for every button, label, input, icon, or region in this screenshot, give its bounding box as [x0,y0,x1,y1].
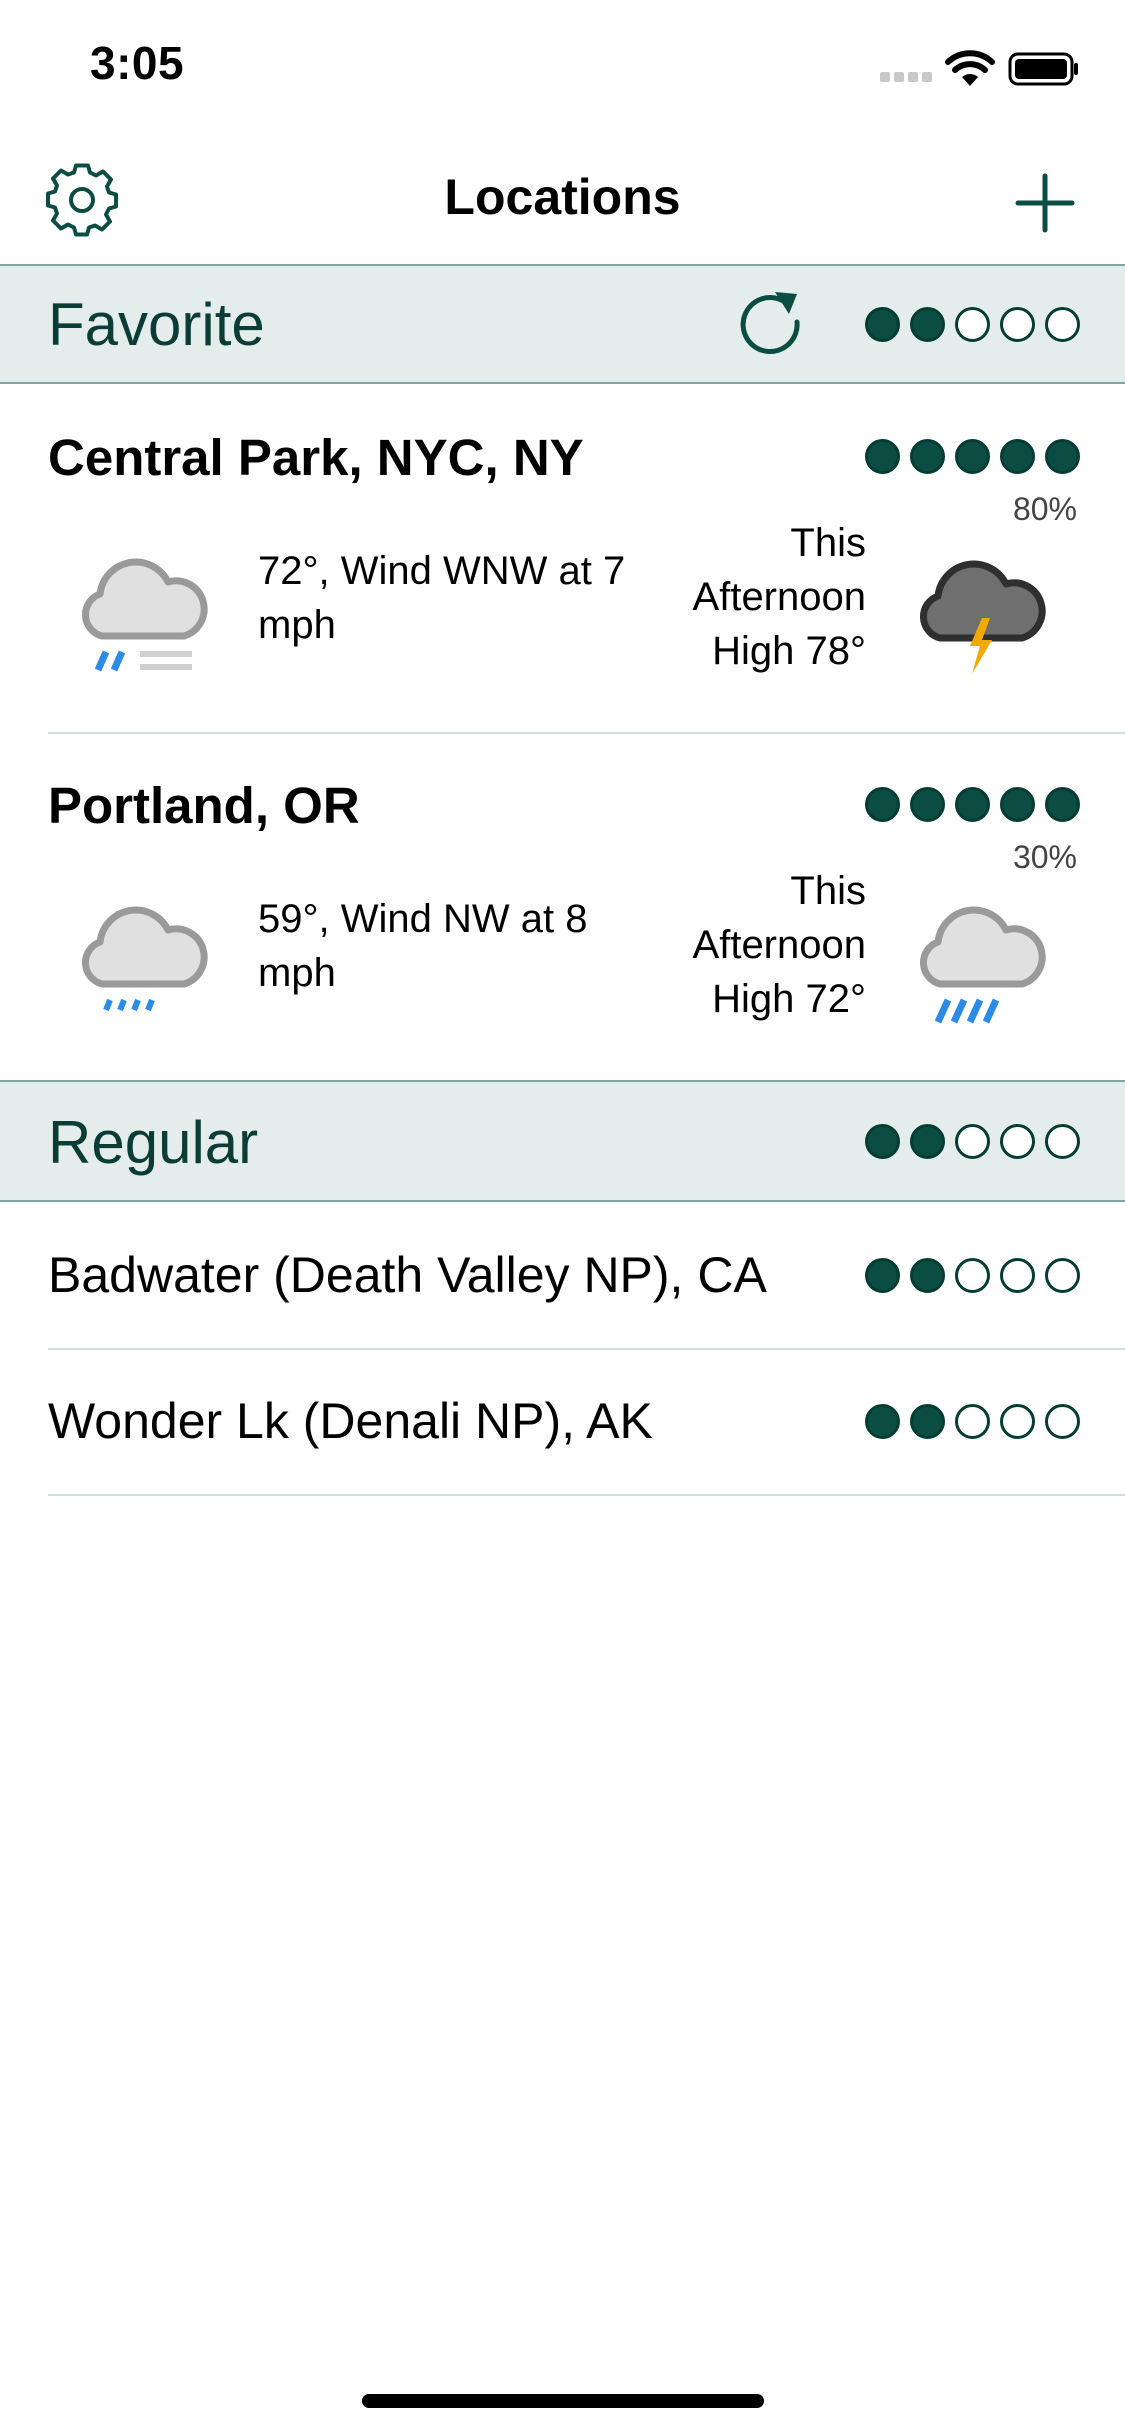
favorite-row[interactable]: Central Park, NYC, NY 80% 72°, Wind WNW … [0,386,1125,732]
regular-section-rating[interactable] [865,1124,1080,1159]
rating-dot [1000,307,1035,342]
plus-icon [1015,173,1075,233]
forecast-line: Afternoon [692,923,866,967]
rating-dot [1045,439,1080,474]
thunderstorm-icon [919,560,1046,674]
rating-dot [1000,1258,1035,1293]
location-rating[interactable] [865,439,1080,474]
forecast-summary: This Afternoon High 72° [620,864,866,1026]
location-rating[interactable] [865,787,1080,822]
rating-dot [910,1404,945,1439]
wifi-icon [945,50,995,86]
rating-dot [1000,439,1035,474]
forecast-line: High 78° [712,629,866,673]
rating-dot [865,1404,900,1439]
rating-dot [1000,1124,1035,1159]
rating-dot [955,1258,990,1293]
location-rating[interactable] [865,1404,1080,1439]
rating-dot [1000,1404,1035,1439]
location-rating[interactable] [865,1258,1080,1293]
regular-section-header: Regular [0,1080,1125,1202]
location-name: Central Park, NYC, NY [48,429,584,486]
rating-dot [1045,307,1080,342]
battery-icon [1008,52,1078,86]
precip-chance: 30% [1012,839,1077,875]
forecast-line: High 72° [712,977,866,1021]
rating-dot [955,1124,990,1159]
rating-dot [955,307,990,342]
regular-section-title: Regular [48,1109,259,1176]
home-indicator[interactable] [362,2394,764,2408]
regular-row[interactable]: Wonder Lk (Denali NP), AK [0,1350,1125,1494]
cloud-light-rain-icon [81,906,208,1012]
rating-dot [910,307,945,342]
refresh-icon[interactable] [735,288,809,362]
rating-dot [1000,787,1035,822]
rating-dot [865,1124,900,1159]
favorite-section-header: Favorite [0,264,1125,384]
current-conditions: 72°, Wind WNW at 7 mph [258,549,626,647]
forecast-summary: This Afternoon High 78° [620,516,866,678]
current-conditions: 59°, Wind NW at 8 mph [258,897,588,995]
forecast-line: This [790,869,866,913]
page-title: Locations [444,169,681,225]
rating-dot [1045,1258,1080,1293]
rating-dot [910,1258,945,1293]
rating-dot [865,307,900,342]
location-name: Portland, OR [48,777,360,834]
rating-dot [1045,1124,1080,1159]
location-name: Badwater (Death Valley NP), CA [48,1247,767,1303]
favorite-section-rating[interactable] [865,307,1080,342]
rating-dot [955,439,990,474]
favorite-section-title: Favorite [48,291,265,358]
rating-dot [865,787,900,822]
cloud-rain-icon [919,906,1046,1024]
forecast-line: Afternoon [692,575,866,619]
rating-dot [865,1258,900,1293]
regular-row[interactable]: Badwater (Death Valley NP), CA [0,1204,1125,1348]
rating-dot [955,1404,990,1439]
rating-dot [910,787,945,822]
rating-dot [1045,1404,1080,1439]
favorite-row[interactable]: Portland, OR 30% 59°, Wind NW at 8 mph T… [0,734,1125,1080]
rating-dot [865,439,900,474]
status-time: 3:05 [90,37,185,89]
add-location-button[interactable] [1010,168,1080,238]
cellular-signal-icon [880,72,932,82]
row-divider [48,1494,1125,1496]
rating-dot [910,1124,945,1159]
forecast-line: This [790,521,866,565]
precip-chance: 80% [1012,491,1077,527]
location-name: Wonder Lk (Denali NP), AK [48,1393,653,1449]
rating-dot [910,439,945,474]
rating-dot [1045,787,1080,822]
cloud-fog-rain-icon [81,558,208,672]
rating-dot [955,787,990,822]
